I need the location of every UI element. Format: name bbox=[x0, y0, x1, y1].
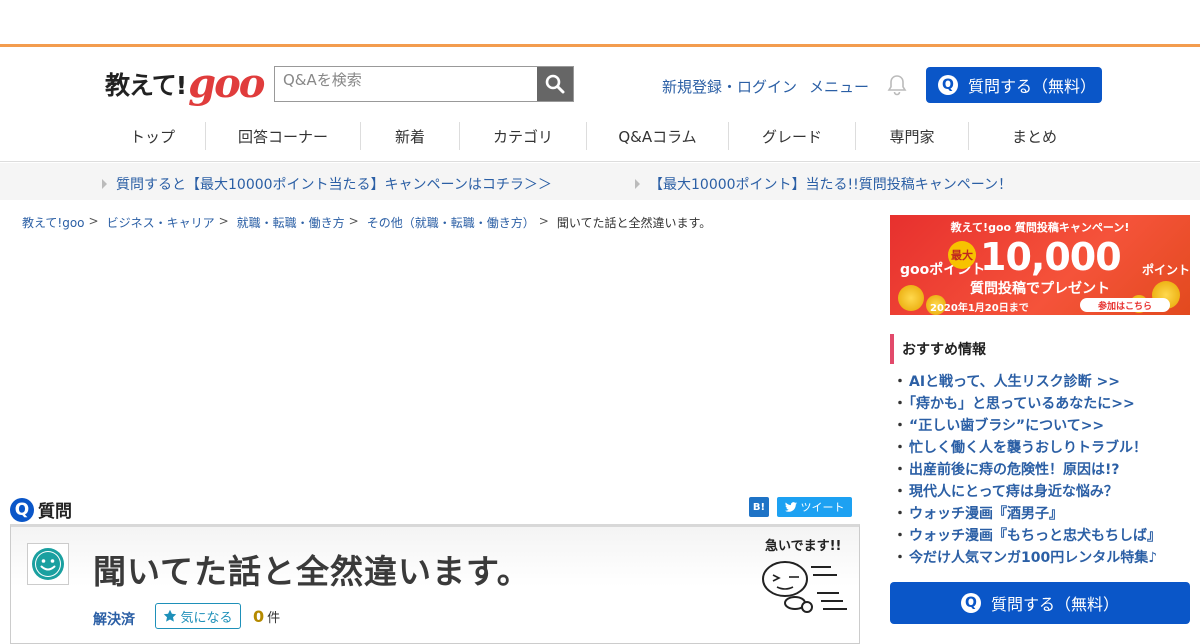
hatena-bookmark-button[interactable]: B! bbox=[749, 497, 769, 517]
kininaru-button[interactable]: 気になる bbox=[155, 603, 241, 629]
triangle-right-icon bbox=[102, 179, 107, 189]
nav-item-category[interactable]: カテゴリ bbox=[460, 122, 587, 150]
banner-amount: 10,000 bbox=[980, 235, 1122, 279]
avatar[interactable] bbox=[27, 543, 69, 585]
search-button[interactable] bbox=[537, 67, 573, 101]
recommend-item[interactable]: ・忙しく働く人を襲うおしりトラブル！ bbox=[893, 438, 1161, 460]
ask-question-button-sidebar[interactable]: Q 質問する（無料） bbox=[890, 582, 1190, 624]
recommend-item-label: “正しい歯ブラシ”について>> bbox=[909, 418, 1105, 434]
recommend-item-label: ウォッチ漫画『もちっと忠犬もちしば』 bbox=[909, 528, 1161, 544]
recommend-item-label: AIと戦って、人生リスク診断 >> bbox=[909, 374, 1120, 390]
recommend-item[interactable]: ・「痔かも」と思っているあなたに>> bbox=[893, 394, 1161, 416]
top-ad-strip bbox=[0, 0, 1200, 47]
breadcrumb-current: 聞いてた話と全然違います。 bbox=[556, 216, 712, 230]
nav-item-matome[interactable]: まとめ bbox=[969, 122, 1100, 150]
banner-date: 2020年1月20日まで bbox=[930, 303, 1029, 314]
urgent-illustration: 急いでます!! bbox=[747, 533, 847, 623]
site-header: 教えて! goo 新規登録・ログイン メニュー Q 質問する（無料） トップ 回… bbox=[0, 50, 1200, 162]
breadcrumb-item[interactable]: 就職・転職・働き方 bbox=[237, 214, 345, 231]
status-badge: 解決済 bbox=[93, 612, 135, 628]
nav-item-expert[interactable]: 専門家 bbox=[856, 122, 969, 150]
question-card: 聞いてた話と全然違います。 解決済 気になる 0件 急いでます!! bbox=[10, 524, 860, 644]
breadcrumb-separator: > bbox=[538, 214, 549, 228]
search-input[interactable] bbox=[275, 67, 537, 101]
breadcrumb: 教えて!goo > ビジネス・キャリア > 就職・転職・働き方 > その他（就職・転職… bbox=[22, 214, 711, 231]
banner-join-button: 参加はこちら bbox=[1080, 298, 1170, 312]
campaign-link-1[interactable]: 質問すると【最大10000ポイント当たる】キャンペーンはコチラ＞＞ bbox=[102, 174, 552, 194]
logo-text: 教えて! bbox=[105, 71, 187, 100]
recommend-item[interactable]: ・ウォッチ漫画『酒男子』 bbox=[893, 504, 1161, 526]
breadcrumb-item[interactable]: その他（就職・転職・働き方） bbox=[367, 214, 535, 231]
kininaru-label: 気になる bbox=[180, 610, 233, 626]
star-icon bbox=[164, 609, 177, 622]
bell-icon[interactable] bbox=[886, 74, 908, 100]
nav-item-answer-corner[interactable]: 回答コーナー bbox=[206, 122, 361, 150]
campaign-link-2[interactable]: 【最大10000ポイント】当たる!!質問投稿キャンペーン！ bbox=[635, 174, 1012, 194]
recommend-item-label: 「痔かも」と思っているあなたに>> bbox=[909, 396, 1135, 412]
triangle-right-icon bbox=[635, 179, 640, 189]
main-nav: トップ 回答コーナー 新着 カテゴリ Q&Aコラム グレード 専門家 まとめ bbox=[100, 122, 1100, 152]
banner-top-text: 教えて!goo 質問投稿キャンペーン! bbox=[950, 221, 1130, 234]
logo-goo: goo bbox=[188, 60, 265, 107]
nav-item-top[interactable]: トップ bbox=[100, 122, 206, 150]
campaign-bar: 質問すると【最大10000ポイント当たる】キャンペーンはコチラ＞＞ 【最大100… bbox=[0, 163, 1200, 200]
breadcrumb-separator: > bbox=[88, 214, 99, 228]
recommend-item-label: 現代人にとって痔は身近な悩み？ bbox=[909, 484, 1118, 500]
recommend-item-label: 今だけ人気マンガ100円レンタル特集♪ bbox=[909, 550, 1158, 566]
nav-item-qa-column[interactable]: Q&Aコラム bbox=[587, 122, 729, 150]
question-title: 聞いてた話と全然違います。 bbox=[93, 552, 531, 591]
q-icon: Q bbox=[960, 593, 981, 613]
breadcrumb-item[interactable]: 教えて!goo bbox=[22, 214, 85, 231]
recommend-item[interactable]: ・今だけ人気マンガ100円レンタル特集♪ bbox=[893, 548, 1161, 570]
recommend-list: ・ AIと戦って、人生リスク診断 >> ・「痔かも」と思っているあなたに>> ・ “… bbox=[893, 372, 1161, 570]
search-icon bbox=[545, 74, 565, 94]
site-logo[interactable]: 教えて! goo bbox=[105, 60, 265, 107]
smiley-face-icon bbox=[32, 548, 64, 580]
count-value: 0 bbox=[253, 607, 265, 626]
recommend-item[interactable]: ・ウォッチ漫画『もちっと忠犬もちしば』 bbox=[893, 526, 1161, 548]
kininaru-count: 0件 bbox=[253, 607, 280, 626]
hurrying-character-icon bbox=[762, 561, 847, 613]
menu-link[interactable]: メニュー bbox=[809, 76, 869, 97]
recommend-item[interactable]: ・ “正しい歯ブラシ”について>> bbox=[893, 416, 1161, 438]
ask-question-label: 質問する（無料） bbox=[990, 595, 1119, 614]
q-icon: Q bbox=[938, 75, 958, 95]
recommend-item-label: 出産前後に痔の危険性！原因は!? bbox=[909, 462, 1120, 478]
tweet-label: ツイート bbox=[800, 501, 845, 514]
banner-point-unit: ポイント bbox=[1142, 263, 1190, 277]
banner-subtitle: 質問投稿でプレゼント bbox=[970, 281, 1110, 297]
nav-item-grade[interactable]: グレード bbox=[729, 122, 856, 150]
campaign-link-1-label: 質問すると【最大10000ポイント当たる】キャンペーンはコチラ＞＞ bbox=[116, 177, 552, 193]
ask-question-label: 質問する（無料） bbox=[968, 77, 1097, 96]
search-box bbox=[274, 66, 574, 102]
campaign-link-2-label: 【最大10000ポイント】当たる!!質問投稿キャンペーン！ bbox=[649, 177, 1013, 193]
breadcrumb-item[interactable]: ビジネス・キャリア bbox=[107, 214, 215, 231]
recommend-item-label: 忙しく働く人を襲うおしりトラブル！ bbox=[909, 440, 1147, 456]
campaign-banner[interactable]: 教えて!goo 質問投稿キャンペーン! gooポイント 最大 10,000 ポイ… bbox=[890, 215, 1190, 315]
twitter-bird-icon bbox=[784, 502, 797, 512]
breadcrumb-separator: > bbox=[218, 214, 229, 228]
banner-max-badge: 最大 bbox=[948, 241, 976, 269]
recommend-item[interactable]: ・出産前後に痔の危険性！原因は!? bbox=[893, 460, 1161, 482]
tweet-button[interactable]: ツイート bbox=[777, 497, 852, 517]
recommend-item[interactable]: ・ AIと戦って、人生リスク診断 >> bbox=[893, 372, 1161, 394]
recommend-item[interactable]: ・現代人にとって痔は身近な悩み？ bbox=[893, 482, 1161, 504]
count-unit: 件 bbox=[267, 611, 281, 626]
nav-item-new[interactable]: 新着 bbox=[361, 122, 460, 150]
recommend-item-label: ウォッチ漫画『酒男子』 bbox=[909, 506, 1063, 522]
question-section-heading: Q 質問 bbox=[10, 497, 72, 522]
ask-question-button[interactable]: Q 質問する（無料） bbox=[926, 67, 1102, 103]
q-icon: Q bbox=[10, 497, 34, 522]
signup-login-link[interactable]: 新規登録・ログイン bbox=[662, 76, 797, 97]
breadcrumb-separator: > bbox=[348, 214, 359, 228]
question-section-label: 質問 bbox=[38, 502, 72, 522]
recommend-heading: おすすめ情報 bbox=[890, 334, 1190, 364]
